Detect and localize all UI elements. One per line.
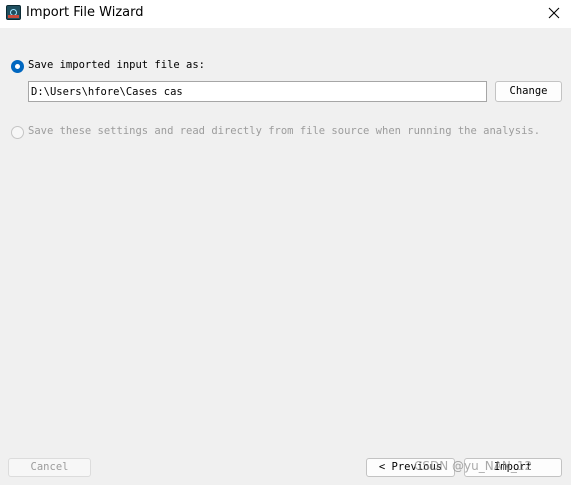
save-imported-label: Save imported input file as: bbox=[28, 59, 206, 71]
window-title: Import File Wizard bbox=[26, 5, 144, 20]
close-button[interactable] bbox=[537, 0, 571, 28]
read-directly-label: Save these settings and read directly fr… bbox=[28, 125, 541, 137]
read-directly-radio[interactable] bbox=[11, 126, 24, 139]
change-button[interactable]: Change bbox=[495, 81, 562, 102]
app-logo-icon bbox=[6, 5, 21, 20]
title-bar: Import File Wizard bbox=[0, 0, 571, 28]
close-icon bbox=[548, 7, 560, 19]
previous-button[interactable]: < Previous bbox=[366, 458, 455, 477]
file-path-input[interactable] bbox=[28, 81, 487, 102]
cancel-button[interactable]: Cancel bbox=[8, 458, 91, 477]
save-imported-radio[interactable] bbox=[11, 60, 24, 73]
import-button[interactable]: Import bbox=[464, 458, 562, 477]
